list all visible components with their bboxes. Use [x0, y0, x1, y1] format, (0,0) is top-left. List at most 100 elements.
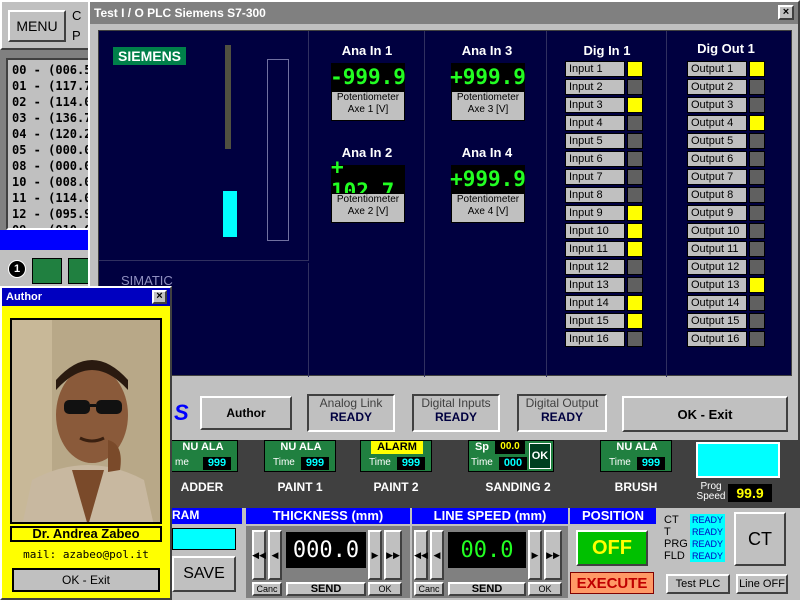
- thickness-value: 000.0: [286, 532, 366, 568]
- input-led[interactable]: [627, 313, 643, 329]
- input-led[interactable]: [627, 115, 643, 131]
- plc-ok-exit-button[interactable]: OK - Exit: [622, 396, 788, 432]
- ana-in-3-caption: Potentiometer Axe 3 [V]: [451, 91, 525, 121]
- ct-button[interactable]: CT: [734, 512, 786, 566]
- input-led[interactable]: [627, 295, 643, 311]
- station-time-value: 999: [637, 457, 665, 470]
- menu-button[interactable]: MENU: [8, 10, 66, 42]
- input-led[interactable]: [627, 241, 643, 257]
- author-body: Dr. Andrea Zabeo mail: azabeo@pol.it OK …: [2, 306, 170, 598]
- analog-link-label: Analog Link: [319, 396, 383, 410]
- output-led[interactable]: [749, 97, 765, 113]
- test-plc-button[interactable]: Test PLC: [666, 574, 730, 594]
- thickness-canc-button[interactable]: Canc: [252, 582, 282, 596]
- output-led[interactable]: [749, 277, 765, 293]
- list-item[interactable]: 00 - (006.5): [12, 62, 88, 78]
- ana-in-3-title: Ana In 3: [461, 43, 513, 58]
- output-led[interactable]: [749, 151, 765, 167]
- output-label: Output 13: [687, 277, 747, 293]
- speed-canc-button[interactable]: Canc: [414, 582, 444, 596]
- station-module[interactable]: Sp 00.0 OK Time 000: [468, 440, 554, 472]
- input-led[interactable]: [627, 133, 643, 149]
- input-label: Input 8: [565, 187, 625, 203]
- list-item[interactable]: 04 - (120.2): [12, 126, 88, 142]
- dig-in-title: Dig In 1: [583, 43, 631, 58]
- ana-in-2-caption: Potentiometer Axe 2 [V]: [331, 193, 405, 223]
- list-item[interactable]: 12 - (095.9): [12, 206, 88, 222]
- execute-button[interactable]: EXECUTE: [570, 572, 654, 594]
- output-led[interactable]: [749, 331, 765, 347]
- output-led[interactable]: [749, 241, 765, 257]
- line-off-button[interactable]: Line OFF: [736, 574, 788, 594]
- speed-up-icon[interactable]: ▶: [528, 530, 542, 580]
- list-item[interactable]: 09 - (010.0: [12, 222, 88, 228]
- input-led[interactable]: [627, 151, 643, 167]
- author-mail: mail: azabeo@pol.it: [23, 548, 149, 561]
- input-led[interactable]: [627, 223, 643, 239]
- list-item[interactable]: 03 - (136.7): [12, 110, 88, 126]
- thickness-up-icon[interactable]: ▶: [368, 530, 382, 580]
- station-module[interactable]: NU ALA Time 999: [600, 440, 672, 472]
- module-icon[interactable]: [68, 258, 90, 284]
- list-item[interactable]: 11 - (114.0): [12, 190, 88, 206]
- output-led[interactable]: [749, 259, 765, 275]
- input-led[interactable]: [627, 169, 643, 185]
- output-led[interactable]: [749, 187, 765, 203]
- speed-fast-down-icon[interactable]: ◀◀: [414, 530, 428, 580]
- station-module[interactable]: ALARM Time 999: [360, 440, 432, 472]
- step-list[interactable]: 00 - (006.5)01 - (117.7)02 - (114.0)03 -…: [6, 58, 90, 230]
- output-led[interactable]: [749, 115, 765, 131]
- list-item[interactable]: 01 - (117.7): [12, 78, 88, 94]
- plc-close-button[interactable]: ×: [778, 5, 794, 20]
- status-t-ready: READY: [690, 526, 726, 538]
- list-item[interactable]: 10 - (008.0): [12, 174, 88, 190]
- input-led[interactable]: [627, 277, 643, 293]
- output-led[interactable]: [749, 133, 765, 149]
- list-item[interactable]: 08 - (000.0): [12, 158, 88, 174]
- output-led[interactable]: [749, 205, 765, 221]
- speed-ok-button[interactable]: OK: [528, 582, 562, 596]
- line-speed-value: 00.0: [448, 532, 526, 568]
- thickness-fast-down-icon[interactable]: ◀◀: [252, 530, 266, 580]
- list-item[interactable]: 05 - (000.0): [12, 142, 88, 158]
- station-module[interactable]: NU ALA me 999: [166, 440, 238, 472]
- digital-output-label: Digital Output: [525, 396, 599, 410]
- input-led[interactable]: [627, 205, 643, 221]
- save-button[interactable]: SAVE: [172, 556, 236, 592]
- input-led[interactable]: [627, 259, 643, 275]
- output-led[interactable]: [749, 79, 765, 95]
- thickness-down-icon[interactable]: ◀: [268, 530, 282, 580]
- input-led[interactable]: [627, 331, 643, 347]
- output-led[interactable]: [749, 169, 765, 185]
- input-led[interactable]: [627, 79, 643, 95]
- output-led[interactable]: [749, 61, 765, 77]
- ana-in-4-caption-line2: Axe 4 [V]: [467, 206, 509, 217]
- thickness-fast-up-icon[interactable]: ▶▶: [384, 530, 402, 580]
- ana-in-3-caption-line2: Axe 3 [V]: [467, 104, 509, 115]
- list-item[interactable]: 02 - (114.0): [12, 94, 88, 110]
- thickness-ok-button[interactable]: OK: [368, 582, 402, 596]
- input-led[interactable]: [627, 97, 643, 113]
- station-ok-button[interactable]: OK: [529, 443, 551, 469]
- author-close-button[interactable]: ×: [152, 290, 167, 304]
- output-led[interactable]: [749, 295, 765, 311]
- position-off-button[interactable]: OFF: [576, 530, 648, 566]
- output-label: Output 2: [687, 79, 747, 95]
- author-ok-exit-button[interactable]: OK - Exit: [12, 568, 160, 592]
- input-label: Input 15: [565, 313, 625, 329]
- speed-send-button[interactable]: SEND: [448, 582, 526, 596]
- module-icon[interactable]: [32, 258, 62, 284]
- input-led[interactable]: [627, 187, 643, 203]
- speed-down-icon[interactable]: ◀: [430, 530, 444, 580]
- program-field[interactable]: [172, 528, 236, 550]
- speed-fast-up-icon[interactable]: ▶▶: [544, 530, 562, 580]
- output-led[interactable]: [749, 313, 765, 329]
- station-status: NU ALA: [182, 441, 224, 453]
- ana-in-3-value: +999.9: [450, 63, 526, 91]
- station-module[interactable]: NU ALA Time 999: [264, 440, 336, 472]
- output-led[interactable]: [749, 223, 765, 239]
- thickness-send-button[interactable]: SEND: [286, 582, 366, 596]
- author-button[interactable]: Author: [200, 396, 292, 430]
- speed-label: Speed: [696, 491, 726, 502]
- input-led[interactable]: [627, 61, 643, 77]
